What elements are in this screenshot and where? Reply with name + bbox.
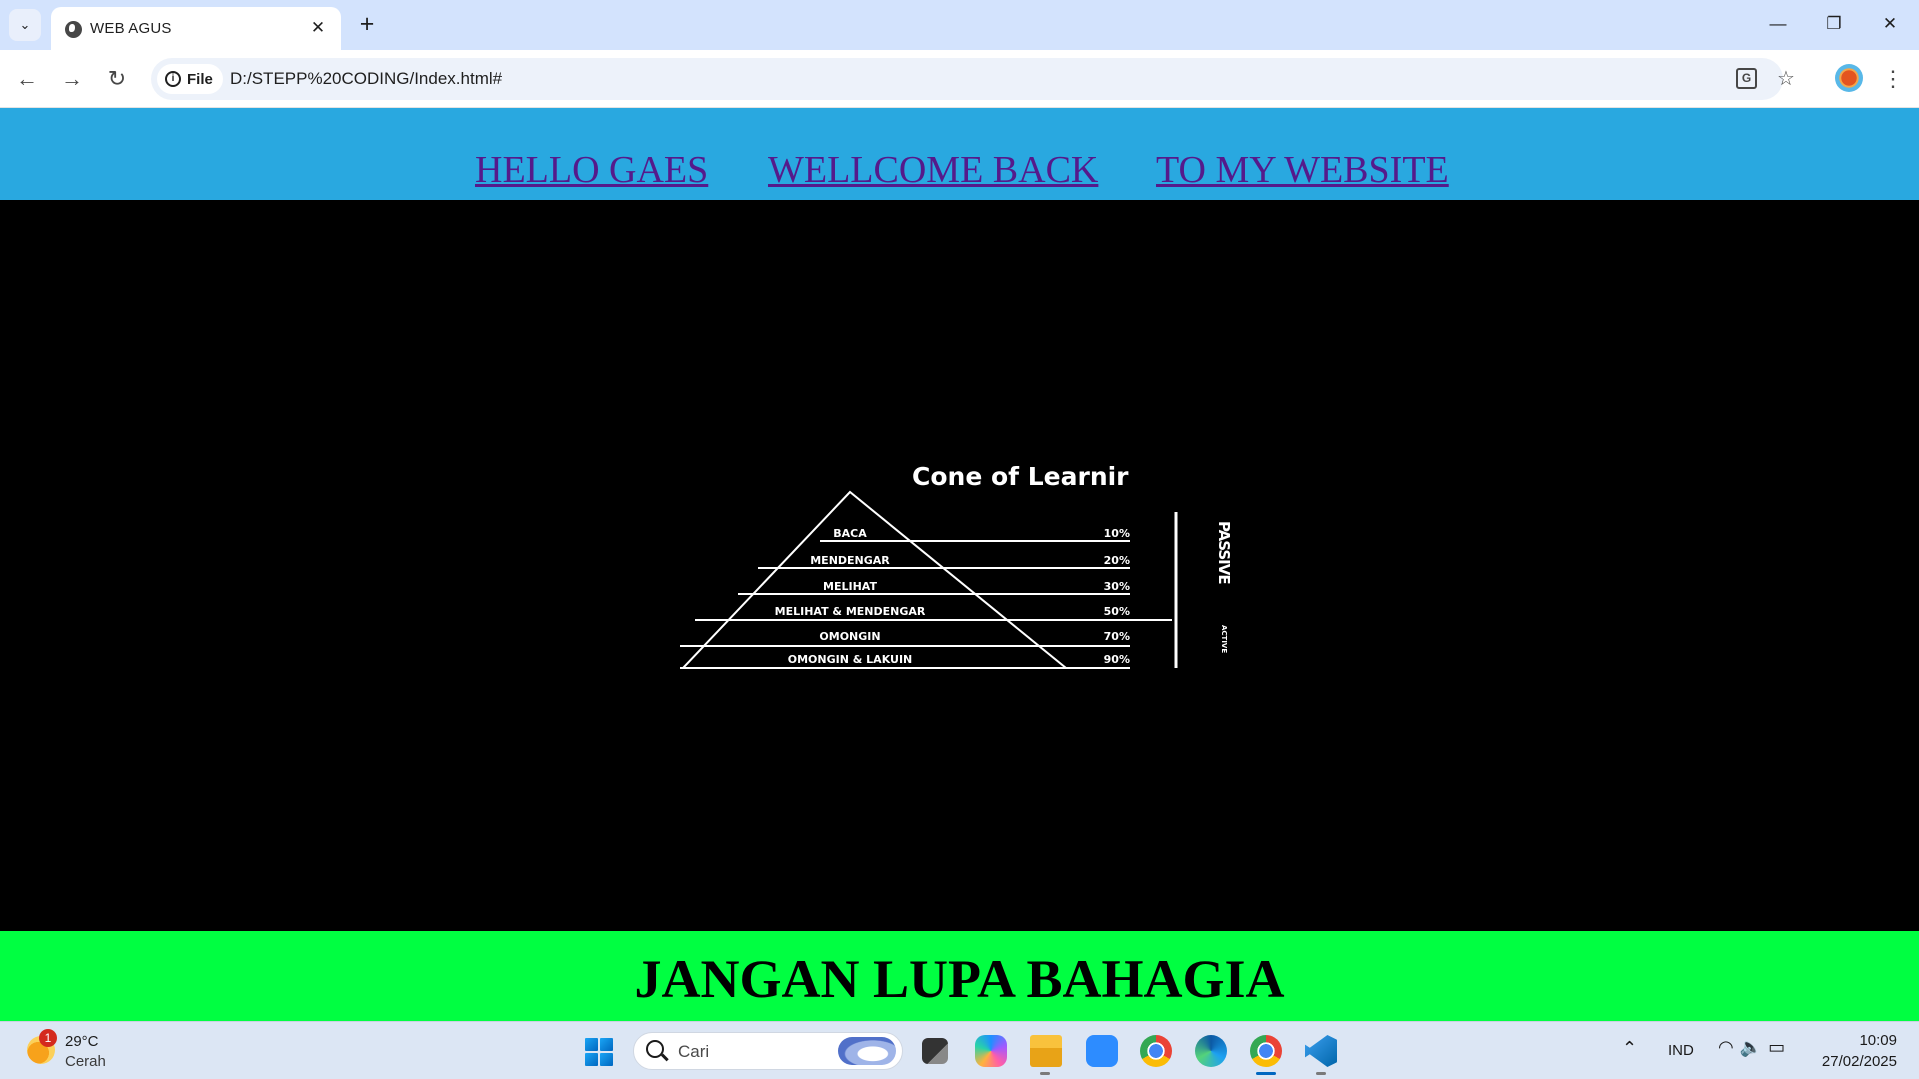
windows-taskbar: 1 29°C Cerah Cari ⌃ IND ◠🔈▭ 10:09 27/02/… — [0, 1021, 1919, 1079]
windows-start-icon[interactable] — [585, 1038, 613, 1066]
reload-icon[interactable]: ↻ — [101, 63, 133, 95]
tab-title: WEB AGUS — [90, 20, 172, 37]
battery-icon: ▭ — [1768, 1037, 1792, 1057]
forward-arrow-icon[interactable]: → — [56, 63, 88, 95]
cone-level-label: OMONGIN & LAKUIN — [788, 653, 913, 666]
cone-level-percent: 10% — [1104, 527, 1130, 540]
nav-link-wellcome-back[interactable]: WELLCOME BACK — [768, 148, 1098, 192]
running-indicator — [1316, 1072, 1326, 1075]
hero-section: Cone of Learnir BACA MENDENGAR MELIHAT M… — [0, 200, 1919, 931]
vscode-icon[interactable] — [1305, 1035, 1337, 1067]
chrome-active-icon[interactable] — [1250, 1035, 1282, 1067]
cone-of-learning-image: Cone of Learnir BACA MENDENGAR MELIHAT M… — [680, 462, 1233, 669]
cone-level-label: OMONGIN — [819, 630, 880, 643]
info-icon: i — [165, 71, 181, 87]
globe-icon — [65, 21, 82, 38]
nav-link-hello-gaes[interactable]: HELLO GAES — [475, 148, 708, 192]
tray-chevron-up-icon[interactable]: ⌃ — [1622, 1038, 1637, 1059]
weather-temperature[interactable]: 29°C — [65, 1033, 99, 1050]
browser-tab[interactable]: WEB AGUS ✕ — [51, 7, 341, 50]
restore-button[interactable]: ❐ — [1814, 8, 1854, 40]
weather-badge: 1 — [39, 1029, 57, 1047]
cone-title: Cone of Learnir — [912, 462, 1129, 491]
clock-time[interactable]: 10:09 — [1859, 1032, 1897, 1049]
cone-level-label: MELIHAT — [823, 580, 877, 593]
chrome-icon[interactable] — [1140, 1035, 1172, 1067]
profile-avatar-icon[interactable] — [1835, 64, 1863, 92]
cone-level-percent: 20% — [1104, 554, 1130, 567]
search-icon — [646, 1040, 664, 1058]
site-chip-label: File — [187, 70, 213, 88]
site-header-nav: HELLO GAES WELLCOME BACK TO MY WEBSITE — [0, 108, 1919, 200]
translate-icon[interactable]: G — [1736, 68, 1757, 89]
file-explorer-icon[interactable] — [1030, 1035, 1062, 1067]
minimize-button[interactable]: — — [1758, 8, 1798, 40]
site-footer: JANGAN LUPA BAHAGIA — [0, 931, 1919, 1021]
clock-date[interactable]: 27/02/2025 — [1822, 1053, 1897, 1070]
cone-level-percent: 30% — [1104, 580, 1130, 593]
edge-icon[interactable] — [1195, 1035, 1227, 1067]
bookmark-star-icon[interactable]: ☆ — [1773, 66, 1799, 92]
copilot-icon[interactable] — [975, 1035, 1007, 1067]
running-indicator — [1040, 1072, 1050, 1075]
zoom-icon[interactable] — [1086, 1035, 1118, 1067]
url-text[interactable]: D:/STEPP%20CODING/Index.html# — [230, 69, 502, 89]
wifi-icon: ◠ — [1718, 1037, 1740, 1057]
window-close-button[interactable]: ✕ — [1870, 8, 1910, 40]
tray-status-icons[interactable]: ◠🔈▭ — [1718, 1037, 1791, 1058]
weather-description[interactable]: Cerah — [65, 1053, 106, 1070]
active-app-indicator — [1256, 1072, 1276, 1075]
task-view-icon[interactable] — [922, 1038, 948, 1064]
back-arrow-icon[interactable]: ← — [11, 63, 43, 95]
tab-search-button[interactable]: ⌄ — [9, 9, 41, 41]
taskbar-search[interactable]: Cari — [633, 1032, 903, 1070]
address-bar[interactable]: i File D:/STEPP%20CODING/Index.html# G ☆ — [151, 58, 1795, 100]
search-highlight-icon — [838, 1037, 896, 1065]
cone-level-label: BACA — [833, 527, 867, 540]
side-label-passive: PASSIVE — [1215, 521, 1233, 584]
cone-level-label: MENDENGAR — [810, 554, 890, 567]
new-tab-button[interactable]: + — [353, 11, 381, 39]
cone-level-percent: 50% — [1104, 605, 1130, 618]
browser-toolbar: ← → ↻ i File D:/STEPP%20CODING/Index.htm… — [0, 50, 1919, 108]
tab-close-button[interactable]: ✕ — [307, 17, 329, 39]
side-label-active: ACTIVE — [1220, 625, 1228, 653]
input-language[interactable]: IND — [1668, 1042, 1694, 1059]
cone-level-percent: 70% — [1104, 630, 1130, 643]
nav-link-to-my-website[interactable]: TO MY WEBSITE — [1156, 148, 1449, 192]
volume-icon: 🔈 — [1739, 1037, 1769, 1057]
kebab-menu-icon[interactable]: ⋮ — [1880, 63, 1906, 95]
chevron-down-icon: ⌄ — [19, 17, 31, 32]
browser-tab-bar: ⌄ WEB AGUS ✕ + — ❐ ✕ — [0, 0, 1919, 50]
site-info-chip[interactable]: i File — [157, 64, 223, 94]
search-placeholder: Cari — [678, 1042, 710, 1061]
cone-level-label: MELIHAT & MENDENGAR — [775, 605, 926, 618]
footer-text: JANGAN LUPA BAHAGIA — [634, 949, 1285, 1009]
cone-level-percent: 90% — [1104, 653, 1130, 666]
